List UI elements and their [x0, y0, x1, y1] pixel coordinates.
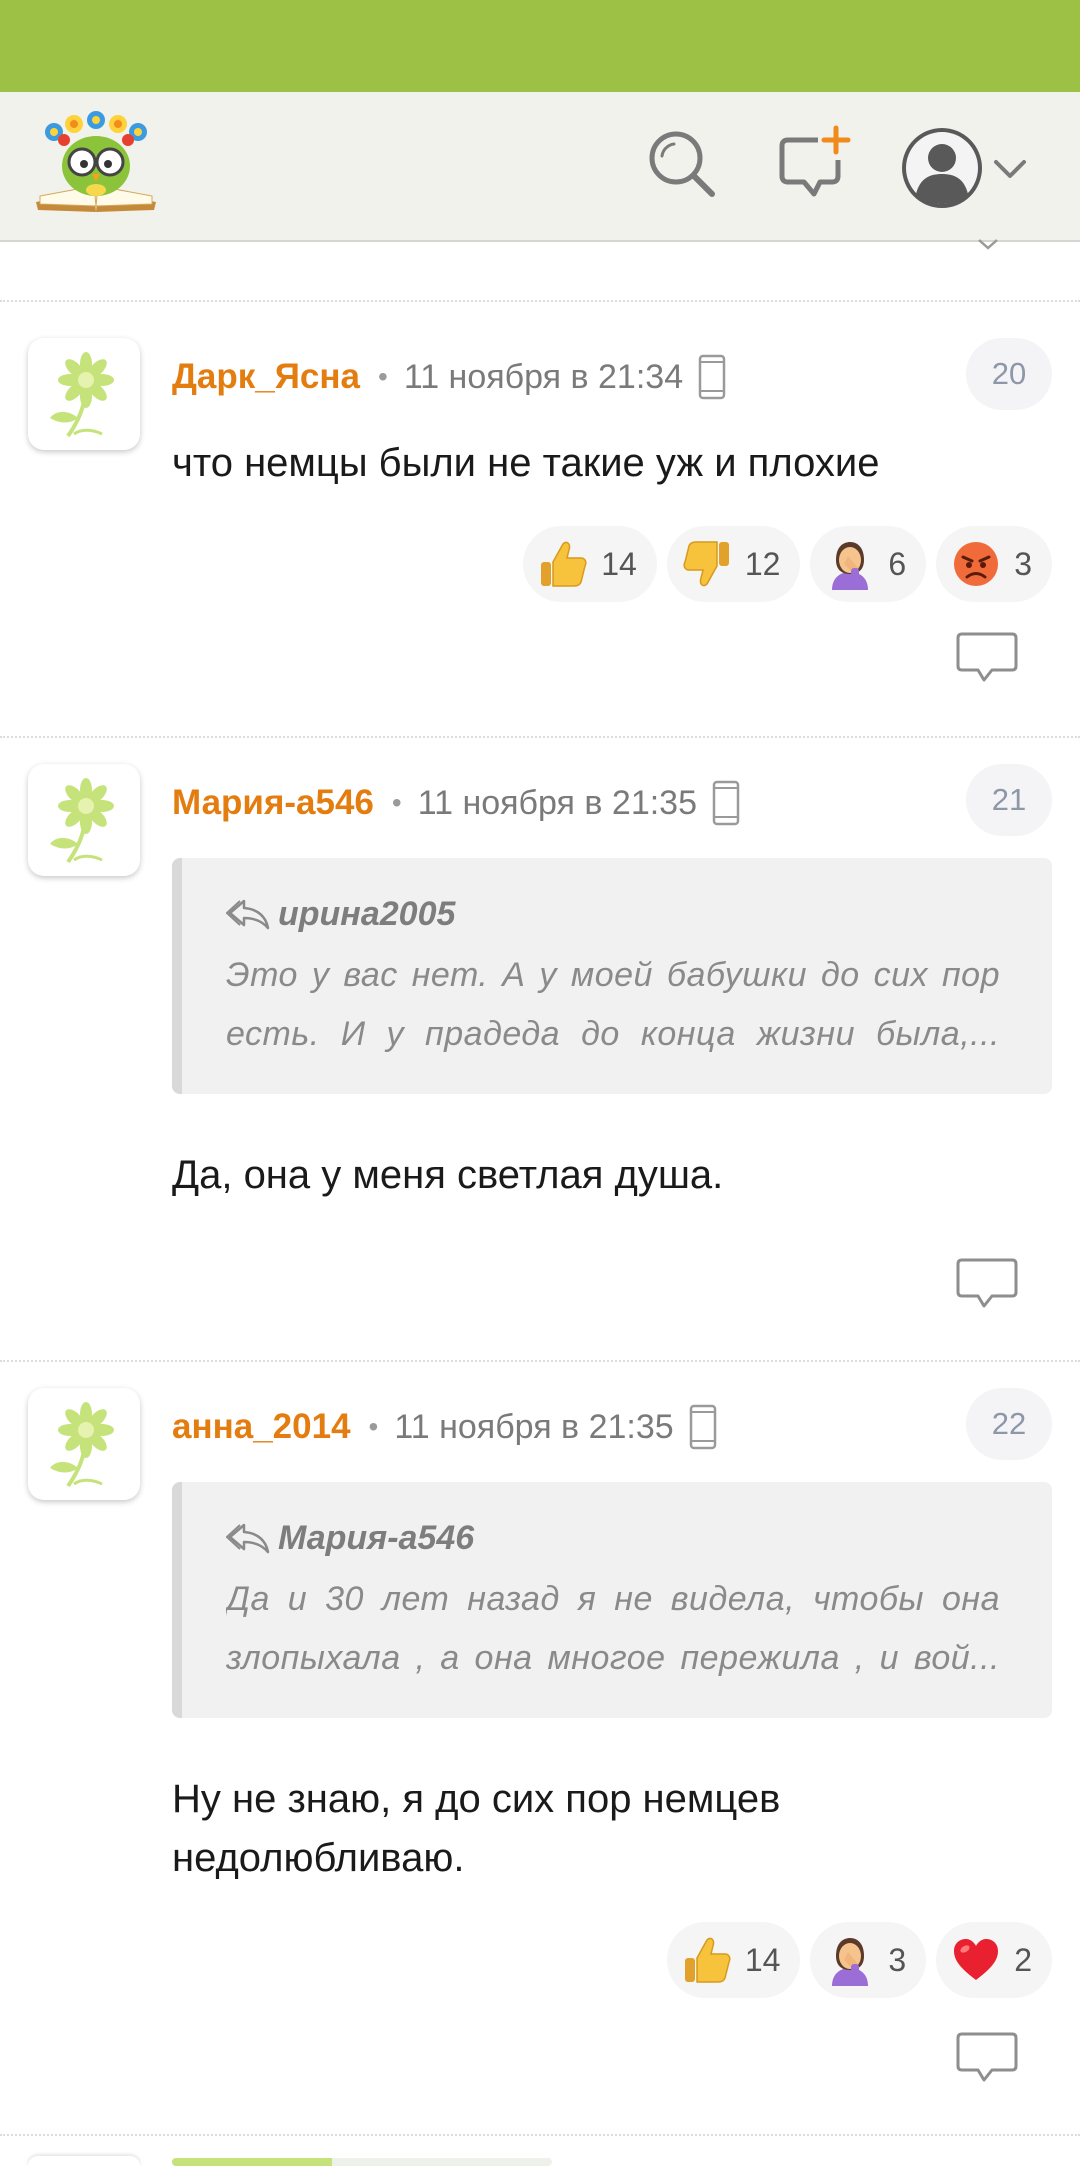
reaction-facepalm[interactable]: 6 — [810, 526, 927, 602]
quote-line: есть. И у прадеда до конца жизни была,..… — [226, 1015, 1000, 1053]
quote-line: Да и 30 лет назад я не видела, чтобы она — [226, 1580, 1000, 1618]
reaction-thumbs-up[interactable]: 14 — [666, 1922, 801, 1998]
quote-author: ирина2005 — [278, 894, 456, 933]
thumbs-up-icon — [537, 538, 589, 590]
quote-author-row: Мария-а546 — [226, 1518, 1000, 1558]
comment-meta: Мария-а546 • 11 ноября в 21:35 — [172, 778, 741, 828]
next-comment-avatar-peek — [28, 2156, 140, 2166]
comment-date: 11 ноября в 21:35 — [394, 1407, 674, 1446]
reply-arrow-icon — [226, 897, 272, 931]
status-bar — [0, 0, 1080, 92]
comment-author[interactable]: Мария-а546 — [172, 783, 374, 823]
reaction-count: 2 — [1014, 1941, 1032, 1978]
reaction-count: 14 — [601, 545, 637, 582]
mobile-device-icon — [688, 1404, 718, 1450]
red-heart-icon — [950, 1934, 1002, 1986]
reply-icon[interactable] — [956, 628, 1018, 684]
quoted-reply[interactable]: Мария-а546 Да и 30 лет назад я не видела… — [172, 1482, 1052, 1718]
mobile-device-icon — [711, 780, 741, 826]
thumbs-down-icon — [681, 538, 733, 590]
comment-date: 11 ноября в 21:34 — [403, 357, 684, 396]
app-header — [0, 92, 1080, 242]
facepalm-icon — [824, 1934, 876, 1986]
comment-date: 11 ноября в 21:35 — [417, 783, 697, 822]
quote-text: Да и 30 лет назад я не видела, чтобы она… — [226, 1570, 1000, 1688]
quote-line: злопыхала , а она многое пережила , и во… — [226, 1639, 1000, 1677]
reply-icon[interactable] — [956, 2028, 1018, 2084]
reaction-thumbs-up[interactable]: 14 — [523, 526, 657, 602]
comment-number[interactable]: 20 — [966, 338, 1052, 410]
quote-line: Это у вас нет. А у моей бабушки до сих п… — [226, 956, 1000, 994]
meta-separator: • — [368, 1411, 379, 1442]
comment-divider — [0, 2134, 1080, 2136]
comment-meta: Дарк_Ясна • 11 ноября в 21:34 — [172, 352, 727, 402]
new-post-icon[interactable] — [774, 124, 854, 204]
reply-icon[interactable] — [956, 1254, 1018, 1310]
reaction-count: 3 — [1014, 545, 1032, 582]
comment-text: Да, она у меня светлая душа. — [172, 1153, 724, 1197]
collapse-chevron-icon — [975, 236, 1001, 252]
reaction-heart[interactable]: 2 — [936, 1922, 1052, 1998]
next-comment-progress — [172, 2158, 552, 2166]
mobile-device-icon — [697, 354, 727, 400]
comment-meta: анна_2014 • 11 ноября в 21:35 — [172, 1402, 718, 1452]
quote-author-row: ирина2005 — [226, 894, 1000, 934]
comment-author[interactable]: Дарк_Ясна — [172, 357, 360, 397]
commenter-avatar[interactable] — [28, 338, 140, 450]
comment-text: что немцы были не такие уж и плохие — [172, 441, 880, 485]
comment-divider — [0, 300, 1080, 302]
quoted-reply[interactable]: ирина2005 Это у вас нет. А у моей бабушк… — [172, 858, 1052, 1094]
reactions-bar: 14 12 6 3 — [523, 526, 1052, 602]
comment-number[interactable]: 21 — [966, 764, 1052, 836]
search-icon[interactable] — [642, 124, 722, 204]
reaction-angry[interactable]: 3 — [936, 526, 1052, 602]
meta-separator: • — [378, 361, 388, 392]
reply-arrow-icon — [226, 1521, 272, 1555]
reaction-facepalm[interactable]: 3 — [810, 1922, 927, 1998]
comment-divider — [0, 1360, 1080, 1362]
comment-number[interactable]: 22 — [966, 1388, 1052, 1460]
reaction-count: 12 — [744, 545, 781, 582]
chevron-down-icon — [994, 160, 1026, 178]
commenter-avatar[interactable] — [28, 764, 140, 876]
owl-reading-book-logo[interactable] — [32, 110, 160, 216]
comment-author[interactable]: анна_2014 — [172, 1407, 351, 1447]
user-menu-button[interactable] — [900, 118, 1040, 218]
facepalm-icon — [824, 538, 876, 590]
comment-divider — [0, 736, 1080, 738]
reaction-count: 3 — [888, 1941, 907, 1978]
meta-separator: • — [391, 787, 402, 818]
comment-text: Ну не знаю, я до сих пор немцев недолюбл… — [172, 1777, 781, 1880]
user-avatar-icon — [902, 128, 1026, 208]
reaction-thumbs-down[interactable]: 12 — [666, 526, 801, 602]
commenter-avatar[interactable] — [28, 1388, 140, 1500]
thumbs-up-icon — [681, 1934, 733, 1986]
angry-face-icon — [950, 538, 1002, 590]
quote-text: Это у вас нет. А у моей бабушки до сих п… — [226, 946, 1000, 1064]
reaction-count: 6 — [888, 545, 907, 582]
reaction-count: 14 — [744, 1941, 781, 1978]
quote-author: Мария-а546 — [278, 1518, 475, 1557]
reactions-bar: 14 3 2 — [666, 1922, 1052, 1998]
